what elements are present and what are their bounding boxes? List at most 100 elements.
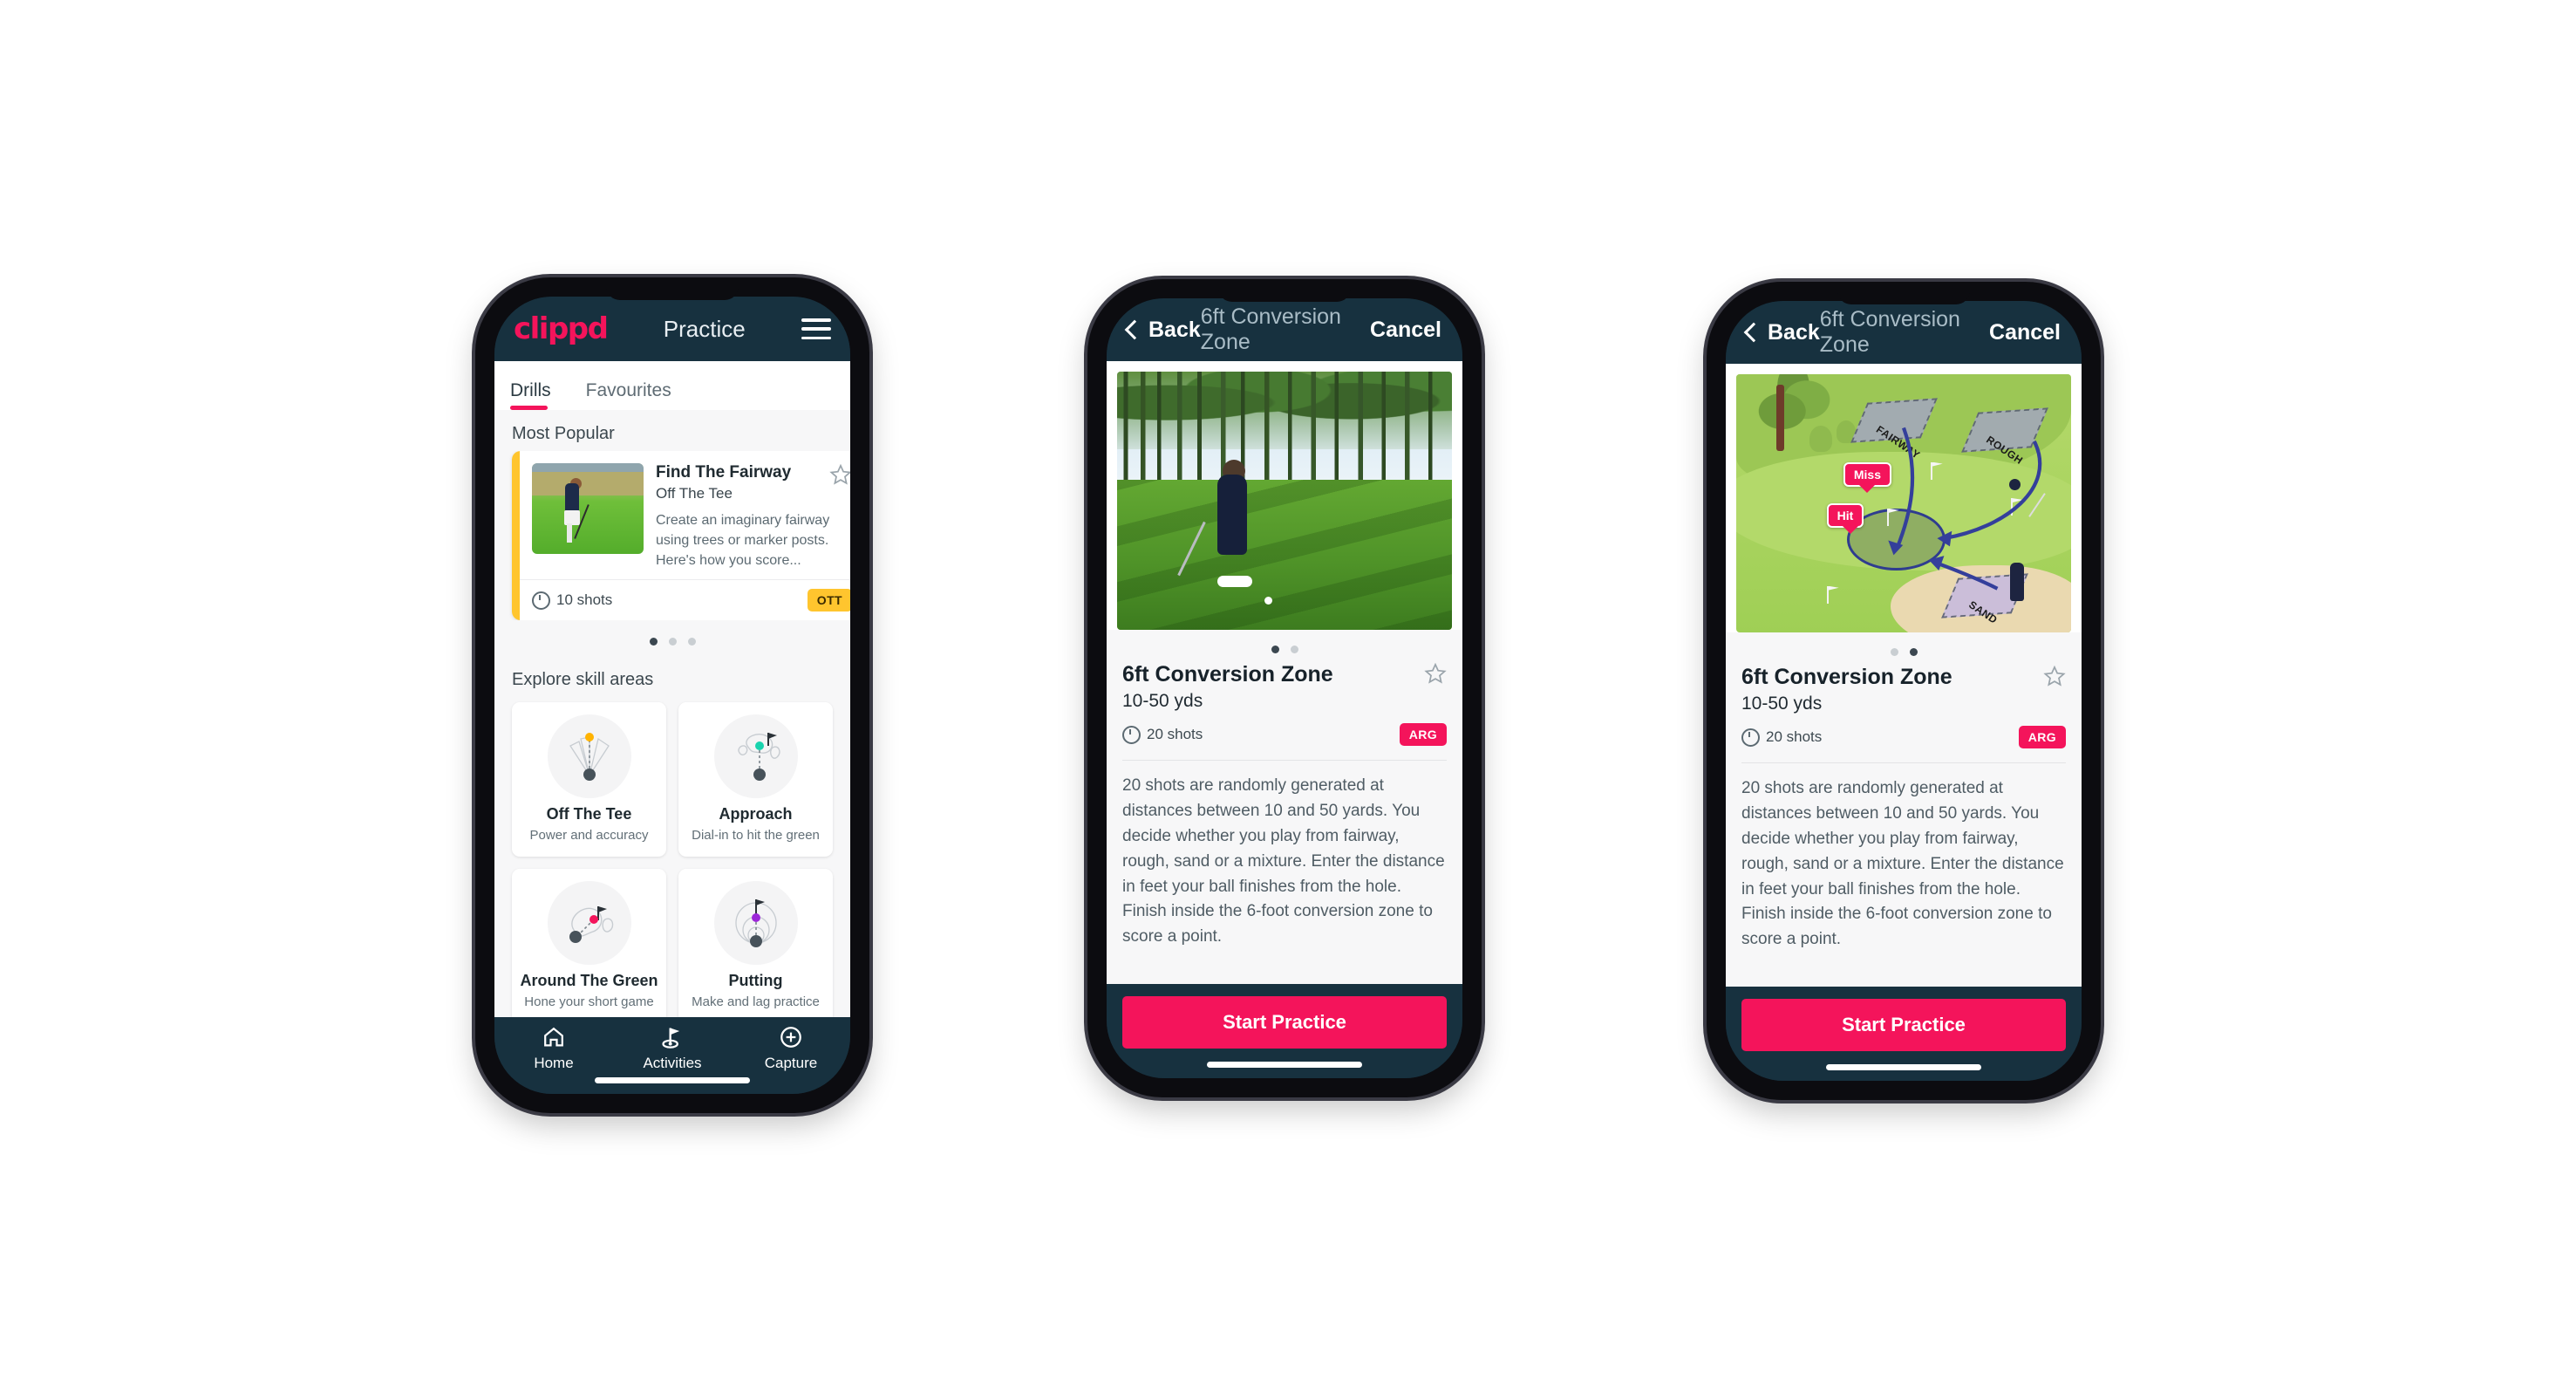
hero-dot-2[interactable] (1290, 646, 1298, 653)
phone-notch (606, 283, 739, 300)
skill-card-around-the-green[interactable]: Around The Green Hone your short game (512, 869, 666, 1017)
back-button[interactable]: Back (1743, 319, 1820, 345)
detail-navbar: Back 6ft Conversion Zone Cancel (1107, 298, 1462, 361)
tab-favourites[interactable]: Favourites (586, 380, 687, 410)
drill-skill-chip: OTT (807, 589, 850, 612)
bottom-tabbar: Home Activities Capture (494, 1017, 850, 1094)
drill-detail-title: 6ft Conversion Zone (1122, 662, 1333, 687)
carousel-dot-3[interactable] (687, 638, 696, 646)
chevron-left-icon (1124, 319, 1145, 340)
hero-dots[interactable] (1741, 636, 2066, 665)
page-title: Practice (663, 315, 746, 342)
golf-flag-icon (662, 1028, 680, 1049)
back-label: Back (1148, 317, 1201, 342)
skill-card-off-the-tee[interactable]: Off The Tee Power and accuracy (512, 702, 666, 857)
clock-icon (532, 591, 550, 610)
phone-drill-detail-diagram: Back 6ft Conversion Zone Cancel FAIRWAY (1707, 282, 2101, 1100)
skill-desc: Hone your short game (524, 994, 654, 1010)
drill-shots: 10 shots (532, 591, 612, 610)
navbar-title: 6ft Conversion Zone (1200, 304, 1341, 354)
drill-carousel[interactable]: Find The Fairway Off The Tee Create an i… (494, 451, 850, 621)
tab-drills-label: Drills (510, 380, 551, 400)
drill-detail-shots: 20 shots (1741, 728, 1822, 747)
clock-icon (1122, 725, 1141, 744)
star-outline-icon[interactable] (1424, 662, 1447, 685)
tab-drills[interactable]: Drills (510, 380, 567, 410)
clock-icon (1741, 728, 1760, 747)
phone-drill-detail-video: Back 6ft Conversion Zone Cancel 6ft Conv… (1087, 279, 1482, 1097)
drill-description: Create an imaginary fairway using trees … (656, 512, 830, 569)
home-indicator (1826, 1064, 1981, 1070)
navbar-title: 6ft Conversion Zone (1819, 307, 1960, 357)
tab-favourites-label: Favourites (585, 380, 671, 400)
drill-detail-description: 20 shots are randomly generated at dista… (1741, 779, 2064, 949)
hero-dots[interactable] (1122, 633, 1447, 662)
skill-card-putting[interactable]: Putting Make and lag practice (678, 869, 833, 1017)
drill-detail-shots-label: 20 shots (1766, 728, 1823, 745)
shot-path-arrows (1888, 427, 2042, 591)
drill-card[interactable]: Find The Fairway Off The Tee Create an i… (512, 451, 850, 621)
drill-detail-yards: 10-50 yds (1122, 691, 1203, 711)
hamburger-menu-icon[interactable] (801, 318, 831, 339)
cta-footer: Start Practice (1107, 984, 1462, 1078)
drill-hero-video[interactable] (1117, 372, 1452, 630)
drill-detail-description: 20 shots are randomly generated at dista… (1122, 776, 1445, 946)
drill-detail-body: FAIRWAY ROUGH SAND Miss Hit 6ft Conversi… (1726, 364, 2082, 987)
cancel-button[interactable]: Cancel (1370, 318, 1441, 343)
hero-dot-1[interactable] (1890, 648, 1898, 656)
skill-areas-grid: Off The Tee Power and accuracy Approach … (494, 697, 850, 1017)
back-label: Back (1768, 319, 1820, 345)
home-indicator (595, 1077, 750, 1083)
drill-skill-chip: ARG (1399, 723, 1447, 746)
skill-name: Approach (719, 805, 793, 823)
tabbar-label: Home (534, 1055, 574, 1071)
tabbar-label: Activities (643, 1055, 702, 1071)
start-practice-button[interactable]: Start Practice (1122, 996, 1447, 1049)
skill-name: Around The Green (520, 972, 658, 990)
home-indicator (1207, 1062, 1362, 1068)
start-practice-button[interactable]: Start Practice (1741, 999, 2066, 1051)
detail-navbar: Back 6ft Conversion Zone Cancel (1726, 301, 2082, 364)
hero-dot-2[interactable] (1909, 648, 1918, 656)
tee-dispersion-icon (547, 714, 631, 799)
putting-rings-icon (713, 881, 798, 966)
back-button[interactable]: Back (1124, 317, 1201, 343)
skill-card-approach[interactable]: Approach Dial-in to hit the green (678, 702, 833, 857)
skill-name: Putting (728, 972, 783, 990)
drill-hero-diagram[interactable]: FAIRWAY ROUGH SAND Miss Hit (1736, 374, 2071, 632)
clippd-logo: clippd (514, 311, 609, 346)
drill-skill-chip: ARG (2018, 726, 2066, 748)
drill-detail-yards: 10-50 yds (1741, 694, 1823, 714)
tabs-bar: Drills Favourites (494, 361, 850, 410)
around-green-icon (547, 881, 631, 966)
phone-notch (1837, 287, 1970, 304)
tabbar-item-activities[interactable]: Activities (613, 1025, 732, 1072)
drill-subtitle: Off The Tee (656, 484, 733, 502)
drill-shots-label: 10 shots (556, 591, 613, 609)
carousel-dot-1[interactable] (649, 638, 658, 646)
tabbar-label: Capture (764, 1055, 818, 1071)
section-explore-skill-areas: Explore skill areas (512, 670, 654, 690)
tabbar-item-capture[interactable]: Capture (732, 1025, 850, 1072)
cta-footer: Start Practice (1726, 987, 2082, 1081)
hero-dot-1[interactable] (1271, 646, 1279, 653)
home-icon (544, 1027, 563, 1047)
tabbar-item-home[interactable]: Home (494, 1025, 613, 1072)
drill-detail-body: 6ft Conversion Zone 10-50 yds 20 shots A… (1107, 361, 1462, 984)
practice-screen: Drills Favourites Most Popular Find The … (494, 361, 850, 1017)
drill-thumbnail (532, 463, 644, 554)
phone-practice-list: clippd Practice Drills Favourites Most P… (475, 277, 869, 1113)
drill-detail-shots-label: 20 shots (1147, 726, 1203, 742)
app-topbar: clippd Practice (494, 297, 850, 361)
carousel-dots[interactable] (494, 620, 850, 656)
drill-title: Find The Fairway (656, 463, 792, 482)
approach-green-icon (713, 714, 798, 799)
star-outline-icon[interactable] (2043, 665, 2066, 687)
plus-circle-icon (780, 1027, 801, 1048)
cancel-button[interactable]: Cancel (1989, 320, 2061, 345)
star-outline-icon[interactable] (829, 463, 850, 486)
chevron-left-icon (1743, 322, 1764, 343)
section-most-popular: Most Popular (512, 424, 615, 443)
skill-desc: Dial-in to hit the green (692, 828, 820, 844)
carousel-dot-2[interactable] (668, 638, 677, 646)
